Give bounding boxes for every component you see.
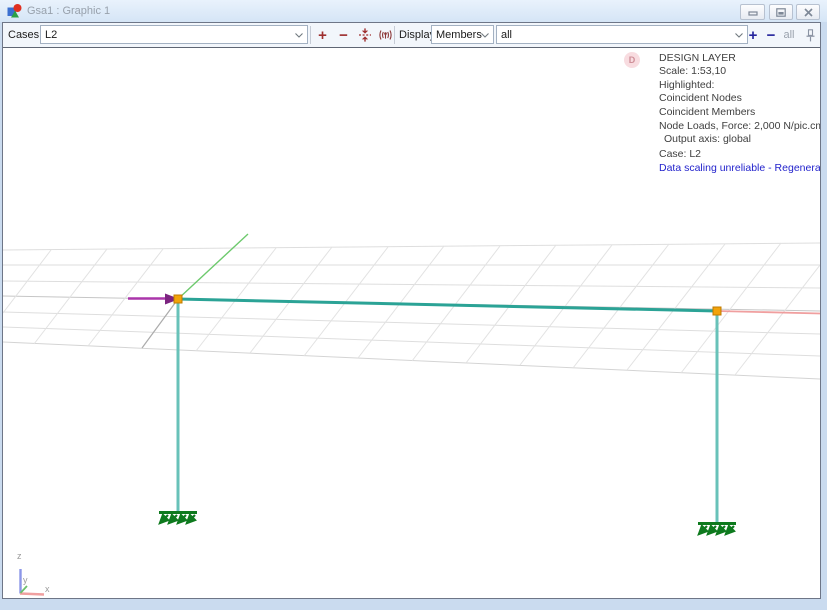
plus-icon: + [749, 27, 758, 44]
case-readout: Case: L2 [659, 148, 820, 161]
view-info-panel: DESIGN LAYER Scale: 1:53,10 Highlighted:… [659, 52, 820, 176]
animate-icon [378, 29, 393, 42]
display-entity-combobox[interactable]: Members [431, 25, 494, 44]
pushpin-icon [805, 29, 816, 42]
collapse-to-line-icon [358, 28, 372, 42]
minimize-button[interactable] [740, 4, 765, 20]
data-scaling-warning[interactable]: Data scaling unreliable - Regenerate (F5… [659, 162, 820, 175]
chevron-down-icon [481, 33, 489, 38]
node-loads-readout: Node Loads, Force: 2,000 N/pic.cm [659, 120, 820, 133]
cases-combobox[interactable]: L2 [40, 25, 308, 44]
toolbar-separator [310, 26, 311, 44]
minimize-icon [748, 8, 758, 17]
collapse-cases-button[interactable] [354, 25, 375, 45]
close-icon [804, 8, 813, 17]
right-support-icon [698, 524, 736, 535]
red-member-line[interactable] [717, 311, 820, 314]
right-node[interactable] [713, 307, 721, 315]
left-support-icon [159, 513, 197, 524]
gsa-logo-icon [7, 4, 23, 19]
grid-axis-green-line [178, 234, 248, 299]
minus-icon: − [767, 27, 776, 44]
layer-name: DESIGN LAYER [659, 52, 820, 65]
chevron-down-icon [735, 33, 743, 38]
pin-toolbar-button[interactable] [802, 25, 818, 45]
entity-filter-value: all [501, 29, 512, 41]
remove-display-button[interactable]: − [763, 25, 779, 45]
axis-z-label: z [17, 551, 22, 561]
output-axis-readout: Output axis: global [659, 133, 820, 146]
maximize-icon [776, 8, 786, 17]
cases-label: Cases [8, 29, 39, 41]
axis-x-label: x [45, 584, 50, 594]
axis-y-label: y [23, 575, 28, 585]
highlight-coincident-members: Coincident Members [659, 106, 820, 119]
chevron-down-icon [295, 33, 303, 38]
model-viewport[interactable]: z y x D DESIGN LAYER Scale: 1:53,10 High… [3, 48, 820, 598]
scale-readout: Scale: 1:53,10 [659, 65, 820, 78]
graphic-toolbar: Cases L2 + − [3, 23, 820, 48]
display-label: Display [399, 29, 435, 41]
display-all-button[interactable]: all [780, 25, 798, 45]
display-entity-value: Members [436, 29, 482, 41]
add-display-button[interactable]: + [745, 25, 761, 45]
add-case-button[interactable]: + [312, 25, 333, 45]
cases-combobox-value: L2 [45, 29, 57, 41]
remove-case-button[interactable]: − [333, 25, 354, 45]
plus-icon: + [318, 27, 327, 44]
maximize-button[interactable] [769, 4, 793, 20]
design-layer-badge[interactable]: D [624, 52, 640, 68]
node-load-arrow [128, 294, 180, 305]
highlight-coincident-nodes: Coincident Nodes [659, 92, 820, 105]
minus-icon: − [339, 27, 348, 44]
gsa-graphic-window: { "window": { "title": "Gsa1 : Graphic 1… [0, 0, 827, 610]
entity-filter-combobox[interactable]: all [496, 25, 748, 44]
all-label: all [783, 29, 794, 41]
left-node[interactable] [174, 295, 182, 303]
toolbar-separator [394, 26, 395, 44]
titlebar[interactable]: Gsa1 : Graphic 1 [0, 0, 827, 22]
animate-cases-button[interactable] [375, 25, 396, 45]
frame-members[interactable] [178, 299, 717, 523]
close-button[interactable] [796, 4, 820, 20]
client-area: Cases L2 + − [2, 22, 821, 599]
highlighted-heading: Highlighted: [659, 79, 820, 92]
window-title: Gsa1 : Graphic 1 [27, 5, 110, 17]
beam-member[interactable] [178, 299, 717, 311]
